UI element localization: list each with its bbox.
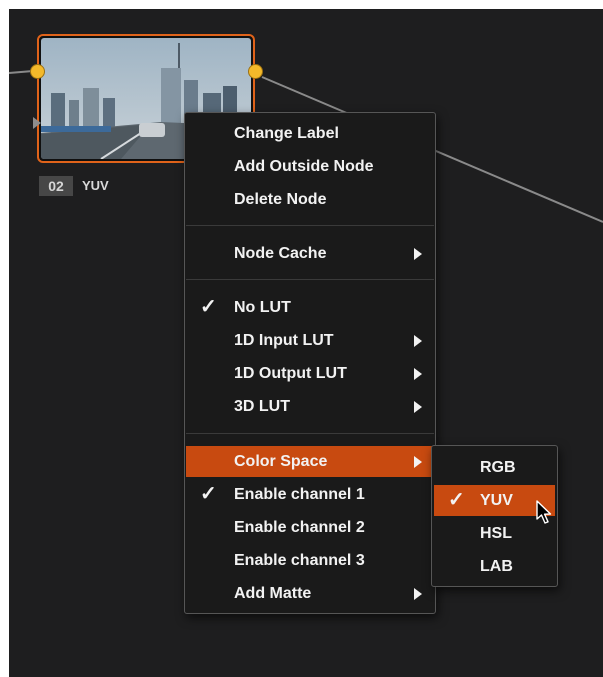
menu-item-enable-channel-1[interactable]: ✓ Enable channel 1 xyxy=(186,479,434,510)
menu-item-label: Enable channel 2 xyxy=(234,519,365,536)
menu-item-add-matte[interactable]: Add Matte xyxy=(186,578,434,609)
submenu-item-rgb[interactable]: RGB xyxy=(434,452,555,483)
menu-item-label: Change Label xyxy=(234,125,339,142)
submenu-arrow-icon xyxy=(414,335,422,347)
menu-separator xyxy=(186,225,434,226)
menu-item-label: Color Space xyxy=(234,453,328,470)
menu-separator xyxy=(186,433,434,434)
node-input-port[interactable] xyxy=(30,64,45,79)
submenu-arrow-icon xyxy=(414,456,422,468)
node-number-badge: 02 xyxy=(39,176,73,196)
menu-item-1d-output-lut[interactable]: 1D Output LUT xyxy=(186,358,434,389)
checkmark-icon: ✓ xyxy=(200,296,217,318)
menu-item-label: 1D Input LUT xyxy=(234,332,334,349)
menu-item-change-label[interactable]: Change Label xyxy=(186,118,434,149)
submenu-arrow-icon xyxy=(414,401,422,413)
submenu-item-label: HSL xyxy=(480,525,512,542)
submenu-item-label: YUV xyxy=(480,492,513,509)
menu-item-label: Add Matte xyxy=(234,585,312,602)
node-context-menu: Change Label Add Outside Node Delete Nod… xyxy=(184,112,436,614)
menu-separator xyxy=(186,279,434,280)
node-output-port[interactable] xyxy=(248,64,263,79)
node-color-space-label: YUV xyxy=(82,178,109,193)
submenu-item-lab[interactable]: LAB xyxy=(434,551,555,582)
mouse-pointer-icon xyxy=(536,500,552,524)
checkmark-icon: ✓ xyxy=(448,489,465,511)
menu-item-label: Node Cache xyxy=(234,245,327,262)
menu-item-color-space[interactable]: Color Space xyxy=(186,446,434,477)
submenu-arrow-icon xyxy=(414,588,422,600)
menu-item-label: 3D LUT xyxy=(234,398,290,415)
submenu-item-label: LAB xyxy=(480,558,513,575)
menu-item-enable-channel-2[interactable]: Enable channel 2 xyxy=(186,512,434,543)
menu-item-label: 1D Output LUT xyxy=(234,365,347,382)
checkmark-icon: ✓ xyxy=(200,483,217,505)
menu-item-label: Enable channel 3 xyxy=(234,552,365,569)
menu-item-label: Add Outside Node xyxy=(234,158,374,175)
menu-item-label: Enable channel 1 xyxy=(234,486,365,503)
menu-item-3d-lut[interactable]: 3D LUT xyxy=(186,391,434,422)
menu-item-no-lut[interactable]: ✓ No LUT xyxy=(186,292,434,323)
submenu-item-label: RGB xyxy=(480,459,516,476)
menu-item-add-outside-node[interactable]: Add Outside Node xyxy=(186,151,434,182)
menu-item-enable-channel-3[interactable]: Enable channel 3 xyxy=(186,545,434,576)
menu-item-delete-node[interactable]: Delete Node xyxy=(186,184,434,215)
submenu-arrow-icon xyxy=(414,368,422,380)
menu-item-label: No LUT xyxy=(234,299,291,316)
submenu-arrow-icon xyxy=(414,248,422,260)
menu-item-node-cache[interactable]: Node Cache xyxy=(186,238,434,269)
menu-item-1d-input-lut[interactable]: 1D Input LUT xyxy=(186,325,434,356)
key-input-triangle-icon[interactable] xyxy=(33,117,41,129)
menu-item-label: Delete Node xyxy=(234,191,327,208)
